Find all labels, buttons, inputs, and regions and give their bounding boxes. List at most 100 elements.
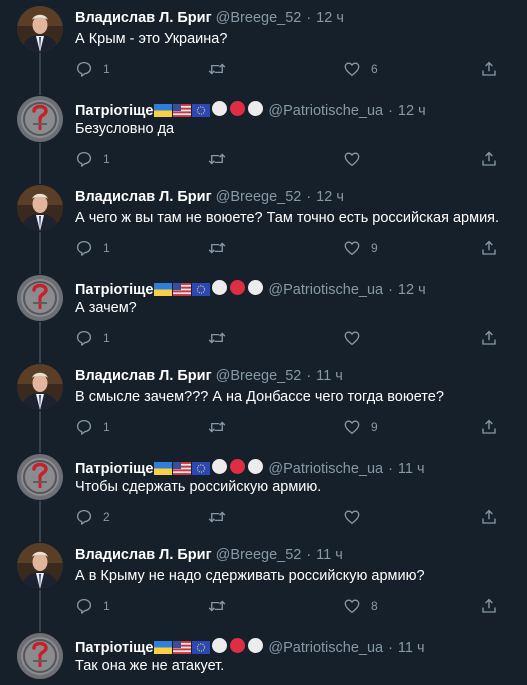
heart-icon	[343, 597, 361, 615]
red-circle-emoji	[229, 458, 246, 479]
heart-icon	[343, 508, 361, 526]
author-name[interactable]: Патріотіще	[75, 282, 153, 298]
share-icon	[480, 239, 498, 257]
white-circle-emoji	[247, 458, 264, 479]
share-button[interactable]	[480, 596, 498, 616]
author-handle[interactable]: @Patriotische_ua	[268, 103, 383, 119]
avatar[interactable]	[17, 364, 63, 410]
retweet-icon	[207, 60, 227, 78]
tweet-text: А Крым - это Украина?	[75, 31, 228, 47]
author-name[interactable]: Владислав Л. Бриг	[75, 10, 212, 26]
thread-line	[39, 501, 41, 539]
tweet-timestamp[interactable]: 12 ч	[316, 10, 344, 26]
author-handle[interactable]: @Breege_52	[216, 189, 302, 205]
reply-button[interactable]: 1	[75, 149, 110, 169]
like-count: 9	[371, 420, 378, 434]
retweet-button[interactable]	[207, 149, 237, 169]
share-button[interactable]	[480, 59, 498, 79]
ukraine-flag-emoji	[154, 462, 173, 479]
tweet[interactable]: Патріотіще @Patriotische_ua · 11 ч Так она ж…	[0, 627, 527, 685]
ukraine-flag-emoji	[154, 641, 173, 658]
tweet-timestamp[interactable]: 11 ч	[398, 461, 425, 477]
like-count: 9	[371, 241, 378, 255]
tweet-header: Патріотіще @Patriotische_ua · 11 ч	[75, 637, 517, 657]
share-button[interactable]	[480, 149, 498, 169]
avatar[interactable]	[17, 6, 63, 52]
eu-flag-emoji	[192, 462, 211, 479]
retweet-button[interactable]	[207, 59, 237, 79]
white-circle-emoji	[211, 458, 228, 479]
white-circle-emoji	[211, 100, 228, 121]
tweet-timestamp[interactable]: 12 ч	[398, 282, 426, 298]
author-name[interactable]: Патріотіще	[75, 640, 153, 656]
share-button[interactable]	[480, 417, 498, 437]
thread-line	[39, 627, 41, 632]
author-handle[interactable]: @Breege_52	[216, 547, 302, 563]
tweet-text: Безусловно да	[75, 121, 175, 137]
share-button[interactable]	[480, 328, 498, 348]
reply-button[interactable]: 1	[75, 417, 110, 437]
header-separator: ·	[306, 189, 312, 205]
avatar[interactable]	[17, 454, 63, 500]
avatar[interactable]	[17, 633, 63, 679]
tweet-thread: Владислав Л. Бриг @Breege_52 · 12 чА Крым …	[0, 0, 527, 685]
reply-button[interactable]: 1	[75, 596, 110, 616]
tweet[interactable]: Владислав Л. Бриг @Breege_52 · 11 чВ смысл…	[0, 358, 527, 449]
like-button[interactable]: 6	[343, 59, 378, 79]
tweet-header: Владислав Л. Бриг @Breege_52 · 12 ч	[75, 189, 517, 209]
reply-icon	[75, 329, 93, 347]
retweet-button[interactable]	[207, 417, 237, 437]
reply-count: 1	[103, 241, 110, 255]
author-name[interactable]: Владислав Л. Бриг	[75, 547, 212, 563]
avatar[interactable]	[17, 185, 63, 231]
tweet[interactable]: Патріотіще @Patriotische_ua · 11 ч Чтобы сде…	[0, 448, 527, 539]
like-button[interactable]: 9	[343, 417, 378, 437]
tweet[interactable]: Владислав Л. Бриг @Breege_52 · 11 чА в Кры…	[0, 537, 527, 628]
like-button[interactable]	[343, 507, 371, 527]
tweet[interactable]: Владислав Л. Бриг @Breege_52 · 12 чА Крым …	[0, 0, 527, 91]
avatar[interactable]	[17, 275, 63, 321]
like-button[interactable]: 8	[343, 596, 378, 616]
tweet-actions: 19	[75, 417, 515, 437]
tweet-text: Так она же не атакует.	[75, 658, 225, 674]
reply-button[interactable]: 1	[75, 328, 110, 348]
tweet-timestamp[interactable]: 12 ч	[316, 189, 344, 205]
share-button[interactable]	[480, 507, 498, 527]
reply-button[interactable]: 1	[75, 59, 110, 79]
author-name[interactable]: Патріотіще	[75, 103, 153, 119]
author-handle[interactable]: @Breege_52	[216, 368, 302, 384]
tweet-header: Владислав Л. Бриг @Breege_52 · 12 ч	[75, 10, 517, 30]
like-button[interactable]	[343, 328, 371, 348]
like-button[interactable]: 9	[343, 238, 378, 258]
tweet[interactable]: Патріотіще @Patriotische_ua · 12 ч Безусловн…	[0, 90, 527, 181]
author-name[interactable]: Патріотіще	[75, 461, 153, 477]
tweet-timestamp[interactable]: 11 ч	[316, 547, 343, 563]
retweet-button[interactable]	[207, 507, 237, 527]
retweet-button[interactable]	[207, 328, 237, 348]
author-handle[interactable]: @Patriotische_ua	[268, 640, 383, 656]
tweet-timestamp[interactable]: 12 ч	[398, 103, 426, 119]
author-name[interactable]: Владислав Л. Бриг	[75, 368, 212, 384]
tweet[interactable]: Владислав Л. Бриг @Breege_52 · 12 чА чего …	[0, 179, 527, 270]
author-handle[interactable]: @Patriotische_ua	[268, 282, 383, 298]
share-button[interactable]	[480, 238, 498, 258]
name-emoji-flags	[153, 458, 264, 479]
tweet-timestamp[interactable]: 11 ч	[316, 368, 343, 384]
reply-icon	[75, 418, 93, 436]
author-handle[interactable]: @Patriotische_ua	[268, 461, 383, 477]
share-icon	[480, 329, 498, 347]
author-name[interactable]: Владислав Л. Бриг	[75, 189, 212, 205]
author-handle[interactable]: @Breege_52	[216, 10, 302, 26]
share-icon	[480, 508, 498, 526]
tweet-timestamp[interactable]: 11 ч	[398, 640, 425, 656]
avatar[interactable]	[17, 543, 63, 589]
tweet-actions: 1	[75, 149, 515, 169]
like-button[interactable]	[343, 149, 371, 169]
reply-button[interactable]: 1	[75, 238, 110, 258]
name-emoji-flags	[153, 637, 264, 658]
retweet-button[interactable]	[207, 596, 237, 616]
avatar[interactable]	[17, 96, 63, 142]
reply-button[interactable]: 2	[75, 507, 110, 527]
retweet-button[interactable]	[207, 238, 237, 258]
tweet[interactable]: Патріотіще @Patriotische_ua · 12 ч А зачем? 1	[0, 269, 527, 360]
